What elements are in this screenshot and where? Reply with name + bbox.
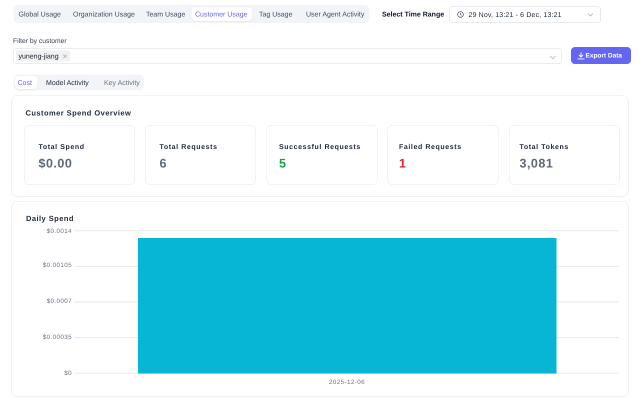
svg-text:$0.00035: $0.00035 [43, 334, 72, 341]
svg-text:$0.00105: $0.00105 [43, 262, 72, 269]
svg-text:$0: $0 [64, 370, 72, 377]
svg-text:2025-12-06: 2025-12-06 [329, 379, 365, 386]
svg-text:$0.0014: $0.0014 [47, 228, 72, 235]
svg-text:$0.0007: $0.0007 [47, 298, 72, 305]
